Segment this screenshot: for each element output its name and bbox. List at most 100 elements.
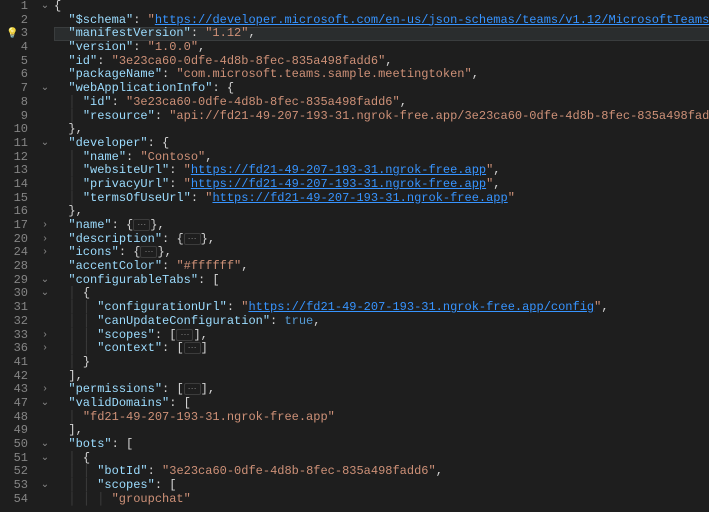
code-line[interactable]: │ │ "configurationUrl": "https://fd21-49… (54, 301, 709, 315)
code-line[interactable]: │ │ "context": [⋯] (54, 342, 709, 356)
url-link[interactable]: https://fd21-49-207-193-31.ngrok-free.ap… (191, 163, 486, 177)
punctuation: : (191, 191, 205, 205)
code-line[interactable]: "validDomains": [ (54, 397, 709, 411)
fold-none (36, 123, 54, 137)
code-line[interactable]: ], (54, 424, 709, 438)
fold-open-icon[interactable]: ⌄ (36, 0, 54, 14)
punctuation: [ (169, 328, 176, 342)
punctuation: : (162, 259, 176, 273)
punctuation: ] (201, 341, 208, 355)
indent-guide: │ (54, 286, 83, 300)
code-line[interactable]: │ "name": "Contoso", (54, 151, 709, 165)
code-line[interactable]: "manifestVersion": "1.12", (54, 27, 709, 41)
fold-open-icon[interactable]: ⌄ (36, 479, 54, 493)
code-line[interactable]: }, (54, 123, 709, 137)
code-line[interactable]: │ } (54, 356, 709, 370)
fold-none (36, 14, 54, 28)
code-line[interactable]: "permissions": [⋯], (54, 383, 709, 397)
indent-guide (54, 423, 68, 437)
line-number: 11 (0, 137, 28, 151)
indent-guide: │ (54, 150, 83, 164)
indent-guide: │ │ (54, 478, 97, 492)
code-line[interactable]: ], (54, 370, 709, 384)
punctuation: : (169, 177, 183, 191)
indent-guide: │ (54, 355, 83, 369)
punctuation: : (119, 245, 133, 259)
fold-column[interactable]: ⌄ ⌄ ⌄ ››› ⌄⌄ ›› ›⌄ ⌄⌄ ⌄ (36, 0, 54, 512)
code-line[interactable]: │ { (54, 287, 709, 301)
json-key: "context" (97, 341, 162, 355)
code-line[interactable]: │ { (54, 452, 709, 466)
json-string: "fd21-49-207-193-31.ngrok-free.app" (83, 410, 335, 424)
code-line[interactable]: { (54, 0, 709, 14)
fold-closed-icon[interactable]: › (36, 219, 54, 233)
fold-open-icon[interactable]: ⌄ (36, 438, 54, 452)
line-number: 50 (0, 438, 28, 452)
fold-open-icon[interactable]: ⌄ (36, 452, 54, 466)
folded-region-badge: ⋯ (176, 329, 193, 341)
code-line[interactable]: "bots": [ (54, 438, 709, 452)
indent-guide: │ │ (54, 328, 97, 342)
punctuation: ], (68, 423, 82, 437)
json-key: "termsOfUseUrl" (83, 191, 191, 205)
json-key: "manifestVersion" (68, 26, 190, 40)
code-line[interactable]: │ "termsOfUseUrl": "https://fd21-49-207-… (54, 192, 709, 206)
code-line[interactable]: │ "privacyUrl": "https://fd21-49-207-193… (54, 178, 709, 192)
code-line[interactable]: "developer": { (54, 137, 709, 151)
line-number: 36 (0, 342, 28, 356)
code-line[interactable]: "packageName": "com.microsoft.teams.samp… (54, 68, 709, 82)
fold-open-icon[interactable]: ⌄ (36, 82, 54, 96)
fold-open-icon[interactable]: ⌄ (36, 287, 54, 301)
indent-guide (54, 40, 68, 54)
indent-guide: │ (54, 109, 83, 123)
code-line[interactable]: "icons": {⋯}, (54, 246, 709, 260)
code-line[interactable]: │ "id": "3e23ca60-0dfe-4d8b-8fec-835a498… (54, 96, 709, 110)
code-line[interactable]: "configurableTabs": [ (54, 274, 709, 288)
json-key: "name" (68, 218, 111, 232)
code-line[interactable]: "name": {⋯}, (54, 219, 709, 233)
line-number: 48 (0, 411, 28, 425)
folded-region-badge: ⋯ (184, 342, 201, 354)
code-line[interactable]: │ "fd21-49-207-193-31.ngrok-free.app" (54, 411, 709, 425)
fold-closed-icon[interactable]: › (36, 383, 54, 397)
code-line[interactable]: │ │ "botId": "3e23ca60-0dfe-4d8b-8fec-83… (54, 465, 709, 479)
punctuation: , (493, 177, 500, 191)
fold-closed-icon[interactable]: › (36, 342, 54, 356)
code-line[interactable]: │ │ "canUpdateConfiguration": true, (54, 315, 709, 329)
line-number: 13 (0, 164, 28, 178)
url-link[interactable]: https://fd21-49-207-193-31.ngrok-free.ap… (212, 191, 507, 205)
url-link[interactable]: https://developer.microsoft.com/en-us/js… (155, 13, 709, 27)
fold-none (36, 465, 54, 479)
fold-closed-icon[interactable]: › (36, 233, 54, 247)
fold-open-icon[interactable]: ⌄ (36, 397, 54, 411)
code-line[interactable]: │ "websiteUrl": "https://fd21-49-207-193… (54, 164, 709, 178)
code-line[interactable]: "version": "1.0.0", (54, 41, 709, 55)
code-line[interactable]: │ "resource": "api://fd21-49-207-193-31.… (54, 110, 709, 124)
fold-open-icon[interactable]: ⌄ (36, 274, 54, 288)
fold-none (36, 205, 54, 219)
punctuation: , (472, 67, 479, 81)
line-number: 51 (0, 452, 28, 466)
code-line[interactable]: "id": "3e23ca60-0dfe-4d8b-8fec-835a498fa… (54, 55, 709, 69)
code-line[interactable]: "description": {⋯}, (54, 233, 709, 247)
code-line[interactable]: }, (54, 205, 709, 219)
line-number: 24 (0, 246, 28, 260)
line-number: 1 (0, 0, 28, 14)
code-line[interactable]: "webApplicationInfo": { (54, 82, 709, 96)
fold-closed-icon[interactable]: › (36, 246, 54, 260)
indent-guide (54, 369, 68, 383)
code-content[interactable]: { "$schema": "https://developer.microsof… (54, 0, 709, 512)
url-link[interactable]: https://fd21-49-207-193-31.ngrok-free.ap… (248, 300, 594, 314)
indent-guide: │ │ (54, 300, 97, 314)
code-line[interactable]: "$schema": "https://developer.microsoft.… (54, 14, 709, 28)
punctuation: { (126, 218, 133, 232)
code-line[interactable]: │ │ "scopes": [⋯], (54, 329, 709, 343)
code-line[interactable]: │ │ │ "groupchat" (54, 493, 709, 507)
fold-open-icon[interactable]: ⌄ (36, 137, 54, 151)
url-link[interactable]: https://fd21-49-207-193-31.ngrok-free.ap… (191, 177, 486, 191)
code-line[interactable]: "accentColor": "#ffffff", (54, 260, 709, 274)
json-string: "1.12" (205, 26, 248, 40)
fold-closed-icon[interactable]: › (36, 329, 54, 343)
code-line[interactable]: │ │ "scopes": [ (54, 479, 709, 493)
code-editor[interactable]: 1234567891011121314151617202428293031323… (0, 0, 709, 512)
